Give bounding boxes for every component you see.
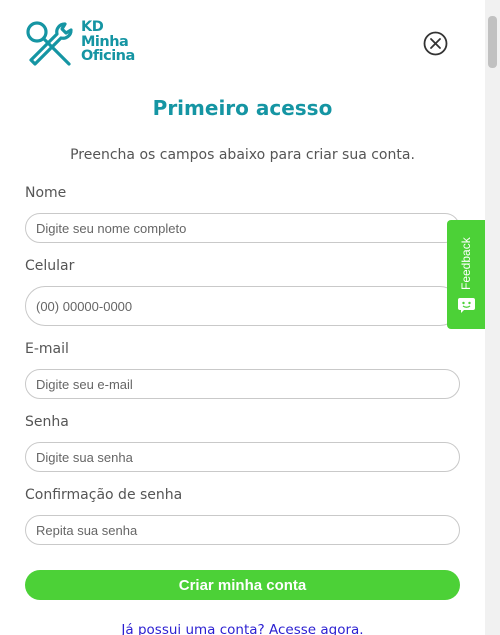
- password-label: Senha: [25, 414, 69, 430]
- confirm-password-input[interactable]: [25, 515, 460, 545]
- feedback-tab[interactable]: Feedback: [447, 220, 485, 329]
- phone-input[interactable]: [25, 286, 460, 326]
- signup-modal: KD Minha Oficina Primeiro acesso Preench…: [0, 0, 485, 635]
- confirm-password-label: Confirmação de senha: [25, 487, 183, 503]
- email-label: E-mail: [25, 341, 69, 357]
- name-input[interactable]: [25, 213, 460, 243]
- scrollbar[interactable]: [485, 0, 500, 635]
- login-link[interactable]: Já possui uma conta? Acesse agora.: [0, 622, 485, 635]
- close-button[interactable]: [423, 31, 448, 56]
- logo-text: KD Minha Oficina: [81, 20, 135, 64]
- logo-line-3: Oficina: [81, 48, 135, 64]
- logo: KD Minha Oficina: [25, 20, 145, 68]
- password-input[interactable]: [25, 442, 460, 472]
- phone-label: Celular: [25, 258, 75, 274]
- create-account-button[interactable]: Criar minha conta: [25, 570, 460, 600]
- page-title: Primeiro acesso: [152, 96, 333, 120]
- email-input[interactable]: [25, 369, 460, 399]
- feedback-label: Feedback: [459, 237, 473, 290]
- close-icon: [423, 31, 448, 56]
- wrench-tools-icon: [26, 21, 73, 66]
- logo-line-2: Minha: [81, 33, 129, 50]
- name-label: Nome: [25, 185, 67, 201]
- scrollbar-thumb[interactable]: [488, 16, 497, 68]
- logo-line-1: KD: [81, 19, 104, 35]
- smiley-chat-icon: [458, 298, 475, 313]
- page-subtitle: Preencha os campos abaixo para criar sua…: [70, 147, 415, 163]
